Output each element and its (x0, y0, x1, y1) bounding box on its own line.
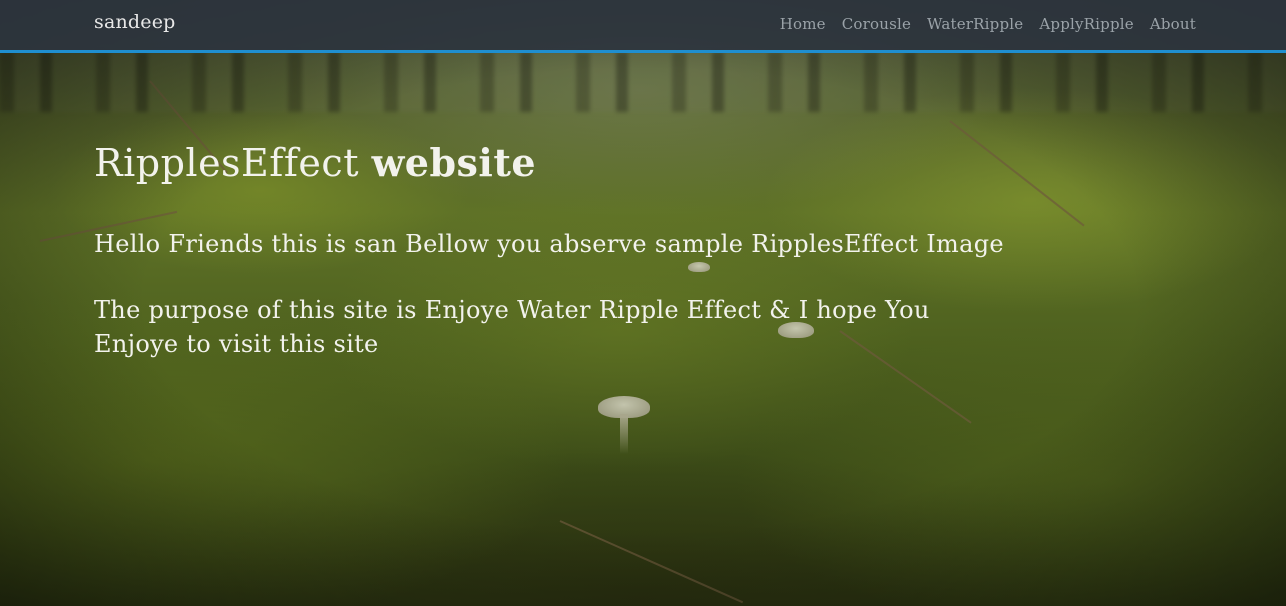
brand-link[interactable]: sandeep (94, 11, 176, 33)
hero-title-regular: RipplesEffect (94, 141, 359, 185)
nav-item-about: About (1150, 14, 1196, 33)
hero-title: RipplesEffect website (94, 140, 1014, 187)
top-navbar: sandeep Home Corousle WaterRipple ApplyR… (0, 0, 1286, 53)
hero-paragraph-intro: Hello Friends this is san Bellow you abs… (94, 229, 1004, 258)
nav-item-waterripple: WaterRipple (927, 14, 1023, 33)
hero-paragraph-purpose: The purpose of this site is Enjoye Water… (94, 295, 930, 358)
nav-link-home[interactable]: Home (780, 15, 826, 33)
page: sandeep Home Corousle WaterRipple ApplyR… (0, 0, 1286, 606)
nav-item-home: Home (780, 14, 826, 33)
nav-link-waterripple[interactable]: WaterRipple (927, 15, 1023, 33)
nav-link-corousle[interactable]: Corousle (842, 15, 911, 33)
nav-link-about[interactable]: About (1150, 15, 1196, 33)
hero-section: RipplesEffect website Hello Friends this… (94, 140, 1014, 393)
nav-item-applyripple: ApplyRipple (1039, 14, 1133, 33)
nav-item-corousle: Corousle (842, 14, 911, 33)
nav-link-applyripple[interactable]: ApplyRipple (1039, 15, 1133, 33)
hero-title-bold: website (371, 140, 537, 185)
nav-menu: Home Corousle WaterRipple ApplyRipple Ab… (780, 14, 1196, 33)
